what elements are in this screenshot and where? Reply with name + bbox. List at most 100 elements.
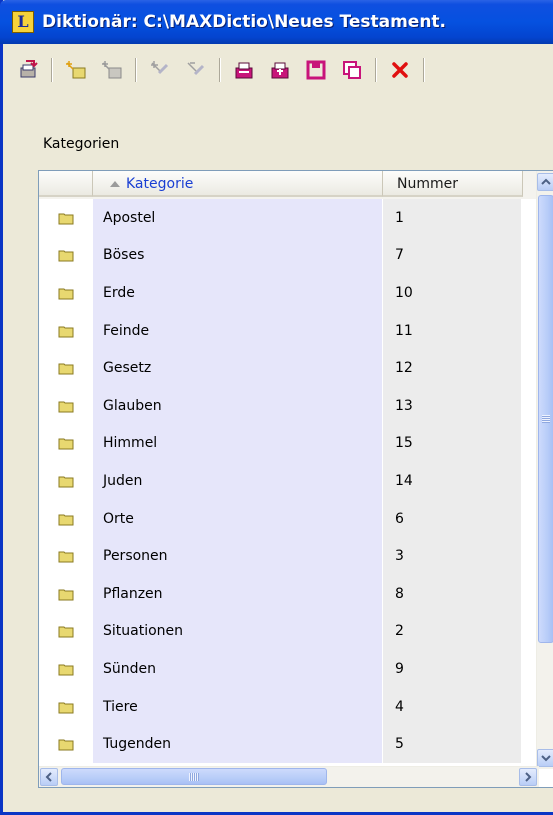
kategorie-cell: Personen xyxy=(93,537,383,575)
kategorie-cell: Tiere xyxy=(93,687,383,726)
chevron-right-icon xyxy=(525,772,532,782)
table-row[interactable]: Sünden 9 xyxy=(39,650,521,688)
table-body: Apostel 1 Böses 7 Erde 10 Feinde 11 Gesetz 12… xyxy=(39,199,521,763)
open-icon xyxy=(235,62,253,79)
chevron-down-icon xyxy=(541,755,551,762)
toolbar-separator xyxy=(423,58,425,82)
nummer-cell: 13 xyxy=(383,386,521,425)
table-row[interactable]: Apostel 1 xyxy=(39,199,521,237)
import-icon xyxy=(271,62,289,79)
copy-button[interactable] xyxy=(339,57,365,83)
table-row[interactable]: Gesetz 12 xyxy=(39,349,521,387)
toolbar-separator xyxy=(375,58,377,82)
open-button[interactable] xyxy=(231,57,257,83)
import-button[interactable] xyxy=(267,57,293,83)
save-icon xyxy=(306,60,326,80)
nummer-cell: 14 xyxy=(383,462,521,500)
kategorie-cell: Böses xyxy=(93,236,383,275)
remove-word-button[interactable] xyxy=(183,57,209,83)
edit-entry-button[interactable] xyxy=(99,57,125,83)
toolbar-separator xyxy=(219,58,221,82)
table-row[interactable]: Böses 7 xyxy=(39,236,521,275)
nummer-cell: 10 xyxy=(383,274,521,312)
table-row[interactable]: Juden 14 xyxy=(39,462,521,500)
kategorie-cell: Pflanzen xyxy=(93,574,383,613)
folder-icon xyxy=(39,725,93,763)
kategorie-column-header[interactable]: Kategorie xyxy=(93,171,383,197)
table-row[interactable]: Glauben 13 xyxy=(39,386,521,425)
add-entry-button[interactable] xyxy=(63,57,89,83)
categories-group-label: Kategorien xyxy=(43,136,120,152)
new-category-icon xyxy=(20,60,38,78)
kategorie-header-label: Kategorie xyxy=(126,176,194,192)
table-row[interactable]: Pflanzen 8 xyxy=(39,574,521,613)
dictionary-window: L Diktionär: C:\MAXDictio\Neues Testamen… xyxy=(0,0,553,815)
folder-icon xyxy=(39,650,93,688)
kategorie-cell: Tugenden xyxy=(93,725,383,763)
grip-icon xyxy=(189,772,199,781)
title-bar[interactable]: L Diktionär: C:\MAXDictio\Neues Testamen… xyxy=(0,0,553,44)
kategorie-cell: Juden xyxy=(93,462,383,500)
table-row[interactable]: Personen 3 xyxy=(39,537,521,575)
folder-icon xyxy=(39,236,93,275)
edit-entry-icon xyxy=(102,61,122,79)
table-row[interactable]: Situationen 2 xyxy=(39,612,521,651)
toolbar-separator xyxy=(51,58,53,82)
app-icon[interactable]: L xyxy=(12,11,34,33)
table-row[interactable]: Tugenden 5 xyxy=(39,725,521,763)
save-button[interactable] xyxy=(303,57,329,83)
nummer-cell: 7 xyxy=(383,236,521,275)
folder-icon xyxy=(39,349,93,387)
nummer-cell: 2 xyxy=(383,612,521,651)
table-header: Kategorie Nummer xyxy=(39,171,539,199)
new-category-button[interactable] xyxy=(15,57,41,83)
folder-icon xyxy=(39,687,93,726)
sort-ascending-icon xyxy=(110,181,120,187)
nummer-cell: 5 xyxy=(383,725,521,763)
add-word-button[interactable] xyxy=(147,57,173,83)
folder-icon xyxy=(39,274,93,312)
kategorie-cell: Erde xyxy=(93,274,383,312)
add-word-icon xyxy=(151,61,169,75)
chevron-up-icon xyxy=(541,178,551,185)
categories-table[interactable]: Kategorie Nummer Apostel 1 Böses 7 Erde 10 … xyxy=(38,170,553,788)
nummer-cell: 11 xyxy=(383,311,521,350)
add-entry-icon xyxy=(66,61,86,79)
toolbar xyxy=(3,44,553,96)
delete-button[interactable] xyxy=(387,57,413,83)
table-row[interactable]: Erde 10 xyxy=(39,274,521,312)
toolbar-separator xyxy=(135,58,137,82)
folder-icon xyxy=(39,612,93,651)
kategorie-cell: Sünden xyxy=(93,650,383,688)
folder-icon xyxy=(39,537,93,575)
vertical-scroll-thumb[interactable] xyxy=(538,195,553,643)
nummer-cell: 1 xyxy=(383,199,521,237)
remove-word-icon xyxy=(187,62,205,76)
scroll-right-button[interactable] xyxy=(519,768,537,786)
nummer-cell: 15 xyxy=(383,424,521,463)
nummer-cell: 3 xyxy=(383,537,521,575)
grip-icon xyxy=(542,415,550,423)
table-row[interactable]: Tiere 4 xyxy=(39,687,521,726)
scroll-left-button[interactable] xyxy=(40,768,58,786)
table-row[interactable]: Himmel 15 xyxy=(39,424,521,463)
kategorie-cell: Glauben xyxy=(93,386,383,425)
horizontal-scroll-thumb[interactable] xyxy=(61,768,327,785)
kategorie-cell: Feinde xyxy=(93,311,383,350)
chevron-left-icon xyxy=(45,772,52,782)
icon-column-header[interactable] xyxy=(39,171,93,197)
folder-icon xyxy=(39,424,93,463)
table-row[interactable]: Orte 6 xyxy=(39,499,521,538)
nummer-header-label: Nummer xyxy=(397,176,458,192)
folder-icon xyxy=(39,462,93,500)
nummer-cell: 8 xyxy=(383,574,521,613)
nummer-column-header[interactable]: Nummer xyxy=(383,171,523,197)
horizontal-scrollbar[interactable] xyxy=(39,766,539,787)
table-row[interactable]: Feinde 11 xyxy=(39,311,521,350)
scroll-up-button[interactable] xyxy=(537,173,553,191)
scroll-down-button[interactable] xyxy=(537,749,553,767)
kategorie-cell: Gesetz xyxy=(93,349,383,387)
folder-icon xyxy=(39,574,93,613)
vertical-scrollbar[interactable] xyxy=(536,171,553,769)
folder-icon xyxy=(39,199,93,237)
